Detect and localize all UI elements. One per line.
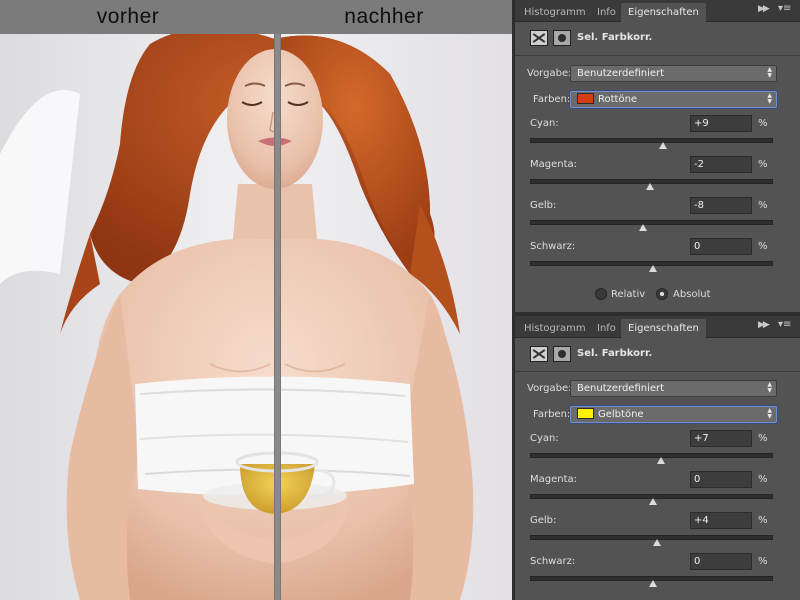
slider-track-cyan[interactable]: [530, 138, 773, 149]
percent-unit: %: [758, 556, 768, 567]
adjustment-header: Sel. Farbkorr.: [515, 22, 800, 56]
slider-thumb-schwarz[interactable]: [648, 580, 657, 587]
value-input-cyan[interactable]: +9: [690, 115, 752, 132]
tab-histogram[interactable]: Histogramm: [517, 3, 593, 22]
percent-unit: %: [758, 241, 768, 252]
radio-absolute[interactable]: [656, 288, 668, 300]
slider-thumb-gelb[interactable]: [653, 539, 662, 546]
slider-track-cyan[interactable]: [530, 453, 773, 464]
adjustment-title: Sel. Farbkorr.: [577, 348, 653, 359]
panel-tabbar: Histogramm Info Eigenschaften ▶▶ ▾≡: [515, 316, 800, 338]
select-arrows-icon: ▲ ▼: [767, 381, 772, 394]
panel-menu-icon[interactable]: ▾≡: [778, 319, 791, 330]
tab-info[interactable]: Info: [590, 319, 623, 338]
value-input-gelb[interactable]: -8: [690, 197, 752, 214]
slider-thumb-magenta[interactable]: [648, 498, 657, 505]
preset-value: Benutzerdefiniert: [577, 68, 665, 79]
split-divider-handle[interactable]: [274, 34, 281, 600]
slider-label-cyan: Cyan:: [530, 433, 559, 444]
color-swatch: [577, 408, 594, 419]
preset-value: Benutzerdefiniert: [577, 383, 665, 394]
slider-label-magenta: Magenta:: [530, 159, 578, 170]
adjustment-layer-icon[interactable]: [530, 30, 548, 46]
preset-label: Vorgabe:: [527, 383, 572, 394]
slider-track-gelb[interactable]: [530, 220, 773, 231]
colors-select[interactable]: Rottöne ▲ ▼: [570, 91, 777, 108]
value-input-cyan[interactable]: +7: [690, 430, 752, 447]
select-arrows-icon: ▲ ▼: [767, 66, 772, 79]
radio-absolute-label: Absolut: [673, 289, 711, 300]
slider-label-schwarz: Schwarz:: [530, 556, 576, 567]
slider-track-magenta[interactable]: [530, 494, 773, 505]
colors-label: Farben:: [533, 409, 571, 420]
portrait-photo: [0, 34, 512, 600]
colors-value: Rottöne: [598, 94, 638, 105]
panel-tabbar: Histogramm Info Eigenschaften ▶▶ ▾≡: [515, 0, 800, 22]
percent-unit: %: [758, 159, 768, 170]
preset-label: Vorgabe:: [527, 68, 572, 79]
slider-thumb-magenta[interactable]: [646, 183, 655, 190]
radio-relative[interactable]: [595, 288, 607, 300]
percent-unit: %: [758, 474, 768, 485]
percent-unit: %: [758, 200, 768, 211]
slider-track-gelb[interactable]: [530, 535, 773, 546]
panel-menu-icon[interactable]: ▾≡: [778, 3, 791, 14]
layer-mask-icon[interactable]: [553, 346, 571, 362]
tab-histogram[interactable]: Histogramm: [517, 319, 593, 338]
colors-label: Farben:: [533, 94, 571, 105]
value-input-schwarz[interactable]: 0: [690, 553, 752, 570]
percent-unit: %: [758, 515, 768, 526]
preset-select[interactable]: Benutzerdefiniert ▲ ▼: [570, 65, 777, 82]
slider-label-schwarz: Schwarz:: [530, 241, 576, 252]
colors-select[interactable]: Gelbtöne ▲ ▼: [570, 406, 777, 423]
image-canvas: vorher nachher: [0, 0, 512, 600]
slider-label-gelb: Gelb:: [530, 515, 557, 526]
slider-track-schwarz[interactable]: [530, 261, 773, 272]
slider-track-magenta[interactable]: [530, 179, 773, 190]
slider-label-magenta: Magenta:: [530, 474, 578, 485]
slider-label-gelb: Gelb:: [530, 200, 557, 211]
color-swatch: [577, 93, 594, 104]
slider-thumb-schwarz[interactable]: [648, 265, 657, 272]
slider-thumb-cyan[interactable]: [659, 142, 668, 149]
adjustment-header: Sel. Farbkorr.: [515, 338, 800, 372]
value-input-magenta[interactable]: -2: [690, 156, 752, 173]
slider-thumb-cyan[interactable]: [657, 457, 665, 464]
properties-panel-yellows: Histogramm Info Eigenschaften ▶▶ ▾≡ Sel.…: [512, 312, 800, 600]
slider-track-schwarz[interactable]: [530, 576, 773, 587]
slider-label-cyan: Cyan:: [530, 118, 559, 129]
properties-panel-reds: Histogramm Info Eigenschaften ▶▶ ▾≡ Sel.…: [512, 0, 800, 312]
colors-value: Gelbtöne: [598, 409, 644, 420]
value-input-schwarz[interactable]: 0: [690, 238, 752, 255]
tab-info[interactable]: Info: [590, 3, 623, 22]
adjustment-layer-icon[interactable]: [530, 346, 548, 362]
caption-after: nachher: [344, 5, 424, 28]
select-arrows-icon: ▲ ▼: [767, 407, 772, 420]
layer-mask-icon[interactable]: [553, 30, 571, 46]
percent-unit: %: [758, 433, 768, 444]
collapse-panel-icon[interactable]: ▶▶: [758, 320, 770, 330]
percent-unit: %: [758, 118, 768, 129]
preset-select[interactable]: Benutzerdefiniert ▲ ▼: [570, 380, 777, 397]
value-input-gelb[interactable]: +4: [690, 512, 752, 529]
collapse-panel-icon[interactable]: ▶▶: [758, 4, 770, 14]
tab-properties[interactable]: Eigenschaften: [621, 3, 706, 22]
tab-properties[interactable]: Eigenschaften: [621, 319, 706, 338]
adjustment-title: Sel. Farbkorr.: [577, 32, 653, 43]
select-arrows-icon: ▲ ▼: [767, 92, 772, 105]
radio-relative-label: Relativ: [611, 289, 646, 300]
caption-before: vorher: [96, 5, 160, 28]
caption-bar: vorher nachher: [0, 0, 512, 34]
value-input-magenta[interactable]: 0: [690, 471, 752, 488]
slider-thumb-gelb[interactable]: [638, 224, 647, 231]
